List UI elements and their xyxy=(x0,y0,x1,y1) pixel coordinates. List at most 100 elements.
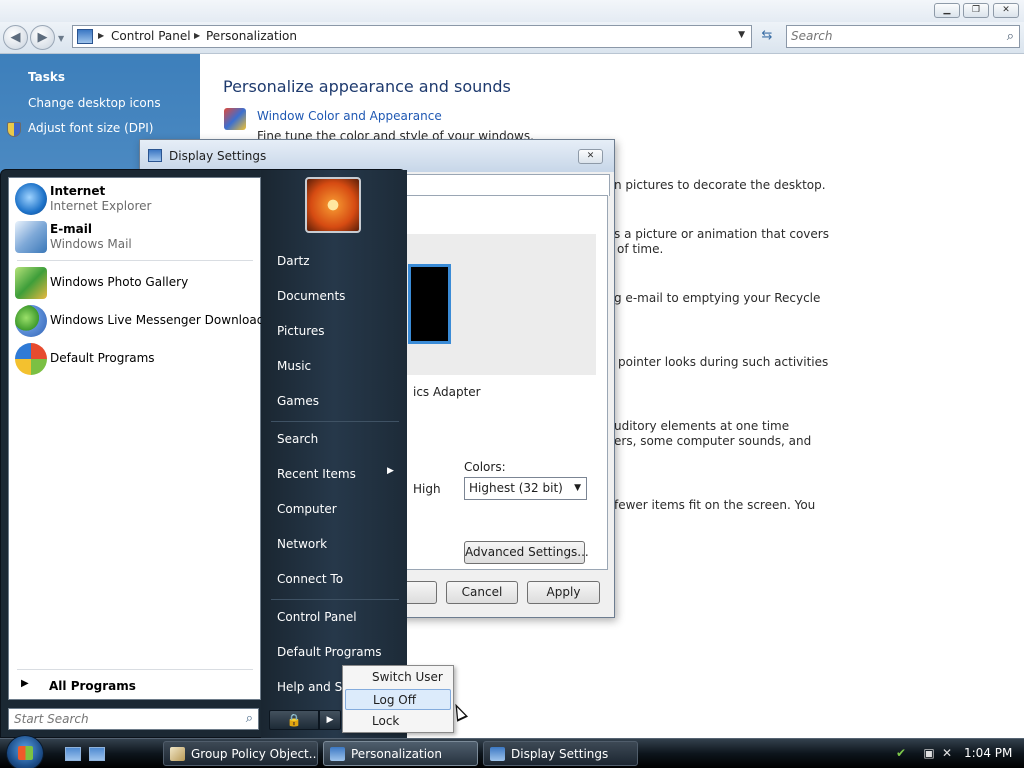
internet-explorer-icon[interactable] xyxy=(15,183,47,215)
windows-mail-icon[interactable] xyxy=(15,221,47,253)
address-dropdown-icon[interactable]: ▼ xyxy=(738,30,745,40)
all-programs-label: All Programs xyxy=(49,679,136,693)
dialog-titlebar[interactable]: Display Settings ✕ xyxy=(140,140,614,172)
lock-icon: 🔒 xyxy=(286,713,302,727)
mouse-pointers-desc: pointer looks during such activities xyxy=(618,355,829,369)
start-item-recent-items[interactable]: Recent Items xyxy=(277,467,356,481)
start-item-search[interactable]: Search xyxy=(277,432,318,446)
pinned-internet-subtitle[interactable]: Internet Explorer xyxy=(50,199,151,213)
taskbar-button-personalization[interactable]: Personalization xyxy=(323,741,478,766)
default-programs-icon[interactable] xyxy=(15,343,47,375)
window-titlebar: ▁ ❐ ✕ xyxy=(0,0,1024,22)
start-item-control-panel[interactable]: Control Panel xyxy=(277,610,357,624)
back-button[interactable]: ◀ xyxy=(3,25,28,50)
colors-label: Colors: xyxy=(464,460,506,474)
dialog-title: Display Settings xyxy=(169,149,267,163)
all-programs-button[interactable]: ▶ All Programs xyxy=(9,673,260,699)
start-item-music[interactable]: Music xyxy=(277,359,311,373)
start-button[interactable] xyxy=(6,735,44,768)
switch-windows-icon[interactable] xyxy=(89,747,105,761)
page-title: Personalize appearance and sounds xyxy=(223,77,511,96)
breadcrumb-control-panel[interactable]: Control Panel xyxy=(111,29,191,43)
pinned-internet-title[interactable]: Internet xyxy=(50,184,105,198)
search-box[interactable]: ⌕ xyxy=(786,25,1020,48)
colors-select[interactable]: Highest (32 bit) ▼ xyxy=(464,477,587,500)
monitor-1-preview[interactable] xyxy=(408,264,451,344)
search-icon[interactable]: ⌕ xyxy=(1007,29,1014,44)
switch-user-menu-item[interactable]: Switch User xyxy=(345,667,451,688)
user-picture[interactable] xyxy=(305,177,361,233)
network-icon[interactable]: ▣ xyxy=(922,746,936,760)
start-item-pictures[interactable]: Pictures xyxy=(277,324,325,338)
start-menu-separator xyxy=(271,421,399,422)
start-search-input[interactable] xyxy=(14,712,234,726)
forward-button[interactable]: ▶ xyxy=(30,25,55,50)
theme-desc-2: ers, some computer sounds, and xyxy=(614,434,812,448)
lock-button[interactable]: 🔒 xyxy=(269,710,319,730)
change-desktop-icons-link[interactable]: Change desktop icons xyxy=(28,96,161,110)
breadcrumb-personalization[interactable]: Personalization xyxy=(206,29,297,43)
adapter-text: ics Adapter xyxy=(413,385,481,399)
maximize-button[interactable]: ❐ xyxy=(963,3,989,18)
search-icon[interactable]: ⌕ xyxy=(246,711,253,726)
photo-gallery-icon[interactable] xyxy=(15,267,47,299)
chevron-down-icon[interactable]: ▼ xyxy=(574,483,581,493)
pinned-email-title[interactable]: E-mail xyxy=(50,222,92,236)
theme-desc-1: uditory elements at one time xyxy=(614,419,790,433)
recent-photo-gallery[interactable]: Windows Photo Gallery xyxy=(50,275,188,289)
start-menu-separator xyxy=(271,599,399,600)
chevron-right-icon: ▶ xyxy=(21,678,29,689)
close-button[interactable]: ✕ xyxy=(993,3,1019,18)
tasks-heading: Tasks xyxy=(28,70,66,84)
screen-saver-desc-2: of time. xyxy=(617,242,664,256)
control-panel-icon xyxy=(330,747,345,761)
taskbar-button-group-policy[interactable]: Group Policy Object... xyxy=(163,741,318,766)
display-settings-icon xyxy=(148,149,162,162)
dialog-close-button[interactable]: ✕ xyxy=(578,149,603,164)
sounds-desc: g e-mail to emptying your Recycle xyxy=(614,291,821,305)
recent-pages-dropdown[interactable]: ▼ xyxy=(58,34,64,43)
display-settings-icon xyxy=(490,747,505,761)
volume-muted-icon[interactable]: ✕ xyxy=(940,746,954,760)
advanced-settings-button[interactable]: Advanced Settings... xyxy=(464,541,589,564)
navigation-bar: ◀ ▶ ▼ ▶ Control Panel ▶ Personalization … xyxy=(0,22,1024,54)
cancel-button[interactable]: Cancel xyxy=(446,581,518,604)
window-color-icon[interactable] xyxy=(224,108,246,130)
start-item-user-folder[interactable]: Dartz xyxy=(277,254,310,268)
show-desktop-icon[interactable] xyxy=(65,747,81,761)
start-item-documents[interactable]: Documents xyxy=(277,289,345,303)
start-item-connect-to[interactable]: Connect To xyxy=(277,572,343,586)
recent-live-messenger[interactable]: Windows Live Messenger Download xyxy=(50,313,264,327)
notification-area: ✔ ▣ ✕ 1:04 PM xyxy=(884,742,1024,766)
power-options-arrow-button[interactable]: ▶ xyxy=(319,710,341,730)
start-menu: Internet Internet Explorer E-mail Window… xyxy=(0,169,407,739)
live-messenger-icon[interactable] xyxy=(15,305,47,337)
apply-button[interactable]: Apply xyxy=(527,581,600,604)
taskbar-button-display-settings[interactable]: Display Settings xyxy=(483,741,638,766)
log-off-menu-item[interactable]: Log Off xyxy=(345,689,451,710)
adjust-font-size-link[interactable]: Adjust font size (DPI) xyxy=(28,121,153,135)
search-input[interactable] xyxy=(791,29,991,43)
start-item-default-programs[interactable]: Default Programs xyxy=(277,645,382,659)
window-color-link[interactable]: Window Color and Appearance xyxy=(257,109,442,123)
uac-shield-icon xyxy=(7,122,21,137)
breadcrumb-arrow-icon[interactable]: ▶ xyxy=(98,31,104,40)
clock[interactable]: 1:04 PM xyxy=(964,746,1012,760)
pinned-email-subtitle[interactable]: Windows Mail xyxy=(50,237,132,251)
breadcrumb-arrow-icon[interactable]: ▶ xyxy=(194,31,200,40)
minimize-button[interactable]: ▁ xyxy=(934,3,960,18)
security-check-icon[interactable]: ✔ xyxy=(894,746,908,760)
start-item-games[interactable]: Games xyxy=(277,394,319,408)
lock-menu-item[interactable]: Lock xyxy=(345,711,451,732)
submenu-arrow-icon: ▶ xyxy=(387,466,394,476)
start-item-computer[interactable]: Computer xyxy=(277,502,337,516)
start-menu-separator xyxy=(17,260,253,261)
refresh-button[interactable]: ⇆ xyxy=(756,25,778,48)
desktop-background-desc: n pictures to decorate the desktop. xyxy=(614,178,826,192)
recent-default-programs[interactable]: Default Programs xyxy=(50,351,155,365)
resolution-high-label: High xyxy=(413,482,441,496)
start-item-network[interactable]: Network xyxy=(277,537,327,551)
address-bar[interactable]: ▶ Control Panel ▶ Personalization ▼ xyxy=(72,25,752,48)
power-options-menu: Switch User Log Off Lock xyxy=(342,665,454,733)
start-search-box[interactable]: ⌕ xyxy=(8,708,259,730)
